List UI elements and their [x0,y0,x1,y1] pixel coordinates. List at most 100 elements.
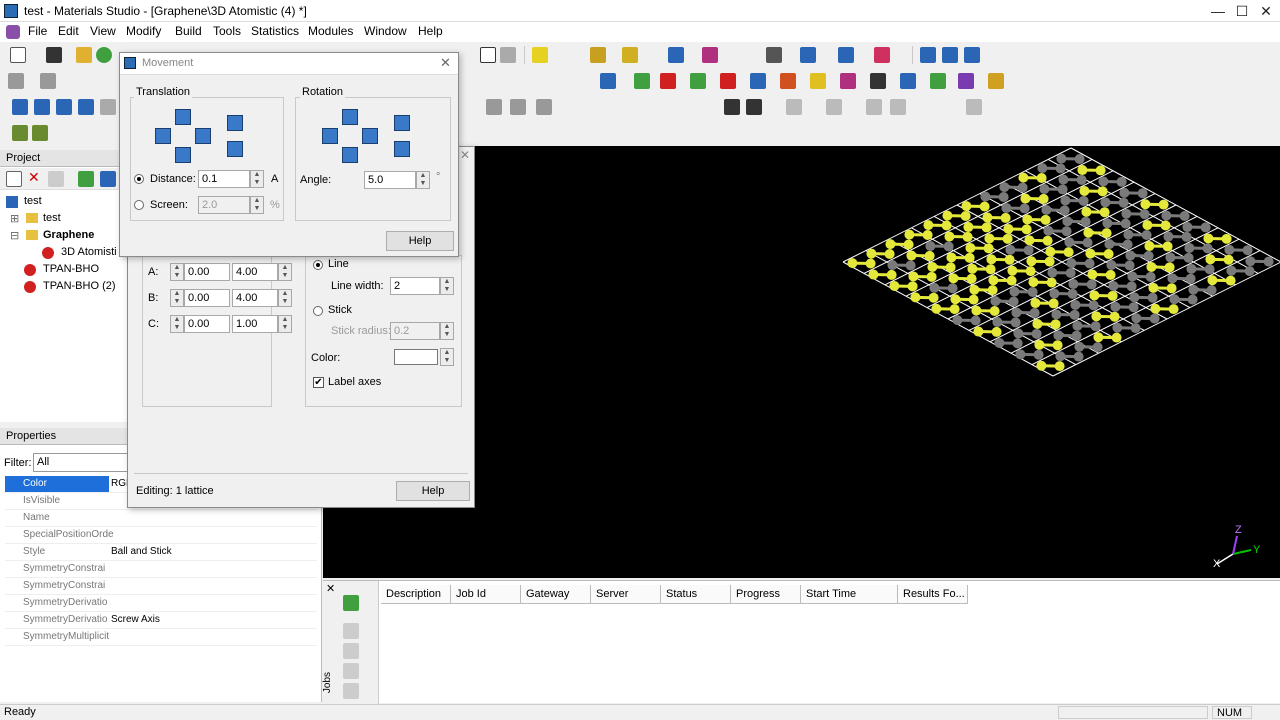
property-row[interactable]: SymmetryConstrai [5,561,317,578]
open-folder-icon[interactable] [76,47,92,63]
carbon-atom[interactable] [1070,299,1081,310]
module-1-icon[interactable] [600,73,616,89]
sort-icon[interactable] [40,73,56,89]
carbon-atom[interactable] [1128,302,1139,313]
selected-carbon-atom[interactable] [904,229,915,240]
property-row[interactable]: SymmetryDerivatio Screw Axis [5,612,317,629]
new-file-icon[interactable] [10,47,26,63]
carbon-atom[interactable] [1122,239,1133,250]
rotate-right-icon[interactable] [362,128,378,144]
selected-carbon-atom[interactable] [923,220,934,231]
carbon-atom[interactable] [1106,260,1117,271]
lattice-b-max-stepper[interactable]: ▲ ▼ [278,289,292,307]
selected-carbon-atom[interactable] [1146,261,1157,272]
selected-carbon-atom[interactable] [1025,266,1036,277]
selected-carbon-atom[interactable] [982,212,993,223]
property-row[interactable]: Style Ball and Stick [5,544,317,561]
selected-carbon-atom[interactable] [973,326,984,337]
carbon-atom[interactable] [1047,267,1058,278]
selected-carbon-atom[interactable] [847,258,858,269]
selected-carbon-atom[interactable] [1021,224,1032,235]
select-fragment-icon[interactable] [78,99,94,115]
carbon-atom[interactable] [1110,301,1121,312]
selected-carbon-atom[interactable] [961,201,972,212]
selected-carbon-atom[interactable] [1040,214,1051,225]
selected-carbon-atom[interactable] [1046,277,1057,288]
selected-carbon-atom[interactable] [1003,223,1014,234]
carbon-atom[interactable] [1104,239,1115,250]
selected-carbon-atom[interactable] [1205,254,1216,265]
selected-carbon-atom[interactable] [1095,165,1106,176]
carbon-atom[interactable] [1124,260,1135,271]
carbon-atom[interactable] [1149,313,1160,324]
carbon-atom[interactable] [1224,244,1235,255]
carbon-atom[interactable] [1058,174,1069,185]
line-width-stepper[interactable]: ▲ ▼ [440,277,454,295]
carbon-atom[interactable] [1071,330,1082,341]
fit-view-icon[interactable] [480,47,496,63]
rebuild-icon[interactable] [942,47,958,63]
module-5-icon[interactable] [720,73,736,89]
selected-carbon-atom[interactable] [963,222,974,233]
selected-carbon-atom[interactable] [1101,228,1112,239]
menu-view[interactable]: View [90,24,116,38]
selected-carbon-atom[interactable] [903,239,914,250]
selected-carbon-atom[interactable] [889,280,900,291]
col-progress[interactable]: Progress [731,585,801,604]
module-14-icon[interactable] [988,73,1004,89]
selected-carbon-atom[interactable] [941,220,952,231]
jobs-stop-icon[interactable] [343,643,359,659]
selected-carbon-atom[interactable] [865,258,876,269]
carbon-atom[interactable] [1116,176,1127,187]
selected-carbon-atom[interactable] [984,233,995,244]
lattice-c-min-input[interactable]: 0.00 [184,315,230,333]
carbon-atom[interactable] [1263,256,1274,267]
translate-in-icon[interactable] [227,115,243,131]
window-icon[interactable] [966,99,982,115]
selected-carbon-atom[interactable] [1109,311,1120,322]
col-start-time[interactable]: Start Time [801,585,898,604]
selected-carbon-atom[interactable] [1024,235,1035,246]
tree-item-test[interactable]: test [43,212,61,224]
selected-carbon-atom[interactable] [987,285,998,296]
carbon-atom[interactable] [1066,258,1077,269]
carbon-atom[interactable] [1185,273,1196,284]
property-row[interactable]: SpecialPositionOrde [5,527,317,544]
selected-carbon-atom[interactable] [1093,332,1104,343]
carbon-atom[interactable] [1100,197,1111,208]
line-width-input[interactable]: 2 [390,277,440,295]
carbon-atom[interactable] [1202,243,1213,254]
screen-radio[interactable] [134,200,144,210]
selected-carbon-atom[interactable] [1140,199,1151,210]
sketch-pencil-icon[interactable] [532,47,548,63]
lattice-help-button[interactable]: Help [396,481,470,501]
carbon-atom[interactable] [1084,258,1095,269]
carbon-atom[interactable] [1242,245,1253,256]
carbon-atom[interactable] [1145,271,1156,282]
selected-carbon-atom[interactable] [983,243,994,254]
selected-carbon-atom[interactable] [906,250,917,261]
selected-carbon-atom[interactable] [942,210,953,221]
color-picker-button[interactable]: ▲ ▼ [440,348,454,366]
col-job-id[interactable]: Job Id [451,585,521,604]
carbon-atom[interactable] [1245,256,1256,267]
maximize-icon[interactable]: ☐ [1232,2,1252,20]
carbon-atom[interactable] [1065,268,1076,279]
lattice-c-max-stepper[interactable]: ▲ ▼ [278,315,292,333]
tree-item-3d-atomistic[interactable]: 3D Atomisti [61,246,117,258]
carbon-atom[interactable] [970,315,981,326]
module-4-icon[interactable] [690,73,706,89]
selected-carbon-atom[interactable] [1063,247,1074,258]
carbon-atom[interactable] [1108,280,1119,291]
line-radio[interactable] [313,260,323,270]
lattice-a-min-input[interactable]: 0.00 [184,263,230,281]
layer-icon[interactable] [964,47,980,63]
lattice-b-min-input[interactable]: 0.00 [184,289,230,307]
selected-carbon-atom[interactable] [969,284,980,295]
close-icon[interactable]: ✕ [1256,2,1276,20]
selected-carbon-atom[interactable] [1028,277,1039,288]
selected-carbon-atom[interactable] [971,305,982,316]
screen-input[interactable]: 2.0 [198,196,250,214]
supercell-icon[interactable] [920,47,936,63]
selected-carbon-atom[interactable] [1038,193,1049,204]
